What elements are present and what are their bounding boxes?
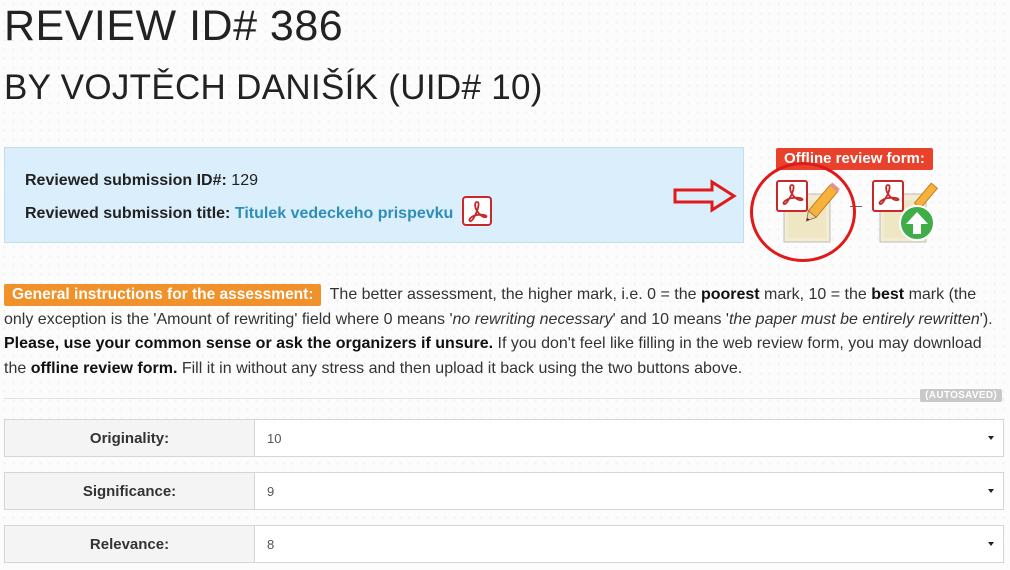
submission-id-row: Reviewed submission ID#: 129 [25,172,258,190]
instr-text: mark, 10 = the [759,286,872,303]
originality-row: Originality: 10 [4,419,1004,457]
instr-bold: best [871,286,905,303]
originality-value: 10 [267,430,282,446]
instr-text: '). [979,310,993,328]
instructions-badge: General instructions for the assessment: [4,284,322,306]
autosaved-badge: (AUTOSAVED) [920,389,1002,402]
red-circle-annotation [750,162,856,262]
originality-label: Originality: [5,420,255,456]
instructions-text: General instructions for the assessment:… [4,283,1004,381]
submission-id-value: 129 [231,172,258,189]
instr-text: Fill it in without any stress and then u… [177,359,743,377]
relevance-row: Relevance: 8 [4,525,1004,563]
caret-down-icon [988,489,994,493]
instr-bold: poorest [700,286,760,303]
pdf-upload-icon[interactable] [872,180,940,251]
page-subtitle: BY VOJTĚCH DANIŠÍK (UID# 10) [4,68,543,107]
caret-down-icon [988,542,994,546]
caret-down-icon [988,436,994,440]
relevance-select[interactable]: 8 [255,526,1003,562]
relevance-value: 8 [267,536,275,552]
significance-select[interactable]: 9 [255,473,1003,509]
significance-row: Significance: 9 [4,472,1004,510]
pdf-icon[interactable] [461,196,492,226]
instr-italic: no rewriting necessary [452,310,613,328]
submission-info-box: Reviewed submission ID#: 129 Reviewed su… [4,147,744,243]
instr-bold: Please, use your common sense or ask the… [4,335,494,352]
page-title: REVIEW ID# 386 [4,2,344,50]
instr-italic: the paper must be entirely rewritten [728,310,980,328]
submission-title-row: Reviewed submission title: Titulek vedec… [25,196,492,229]
submission-id-label: Reviewed submission ID#: [25,172,227,189]
submission-title-link[interactable]: Titulek vedeckeho prispevku [235,205,453,222]
instr-text: The better assessment, the higher mark, … [325,286,701,303]
divider [4,398,1004,399]
relevance-label: Relevance: [5,526,255,562]
submission-title-label: Reviewed submission title: [25,205,231,223]
significance-label: Significance: [5,473,255,509]
red-arrow-icon [673,179,737,213]
significance-value: 9 [267,483,275,499]
instr-bold: offline review form. [30,359,178,377]
originality-select[interactable]: 10 [255,420,1003,456]
instr-text: ' and 10 means ' [612,310,729,328]
